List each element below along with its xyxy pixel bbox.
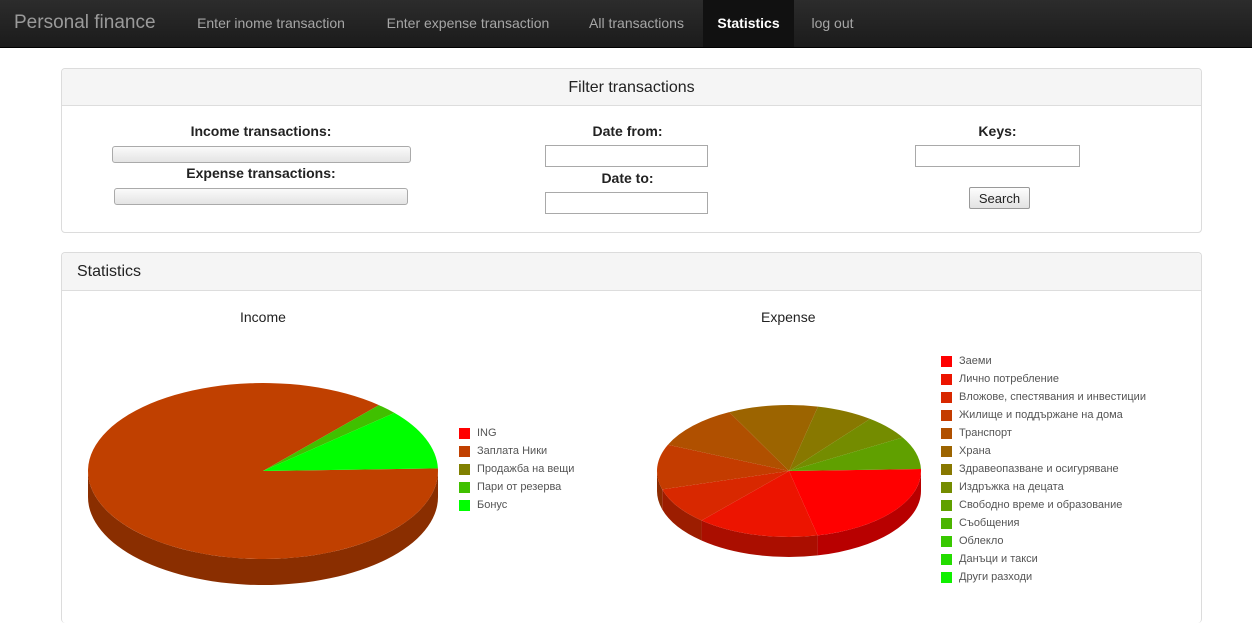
keys-input[interactable] — [915, 145, 1080, 167]
legend-swatch-0-4 — [459, 500, 470, 511]
legend-label-1-1: Лично потребление — [959, 373, 1060, 385]
legend-label-1-10: Облекло — [959, 535, 1004, 547]
legend-label-0-3: Пари от резерва — [477, 481, 562, 493]
expense-transactions-label: Expense transactions: — [186, 165, 336, 181]
legend-swatch-1-4 — [941, 428, 952, 439]
date-from-input[interactable] — [545, 145, 708, 167]
expense-transactions-select[interactable] — [114, 188, 408, 205]
filter-panel-header: Filter transactions — [62, 69, 1201, 106]
legend-label-1-12: Други разходи — [959, 571, 1033, 583]
legend-swatch-1-2 — [941, 392, 952, 403]
legend-swatch-1-6 — [941, 464, 952, 475]
filter-panel-title: Filter transactions — [568, 79, 695, 96]
legend-label-1-3: Жилище и поддържане на дома — [959, 409, 1123, 421]
statistics-panel-title: Statistics — [77, 263, 142, 280]
legend-swatch-0-0 — [459, 428, 470, 439]
legend-swatch-1-0 — [941, 356, 952, 367]
brand-title[interactable]: Personal finance — [14, 12, 156, 34]
legend-swatch-1-8 — [941, 500, 952, 511]
legend-label-1-6: Здравеопазване и осигуряване — [959, 463, 1119, 475]
legend-swatch-1-1 — [941, 374, 952, 385]
legend-label-1-9: Съобщения — [959, 517, 1020, 529]
legend-label-1-8: Свободно време и образование — [959, 499, 1123, 511]
legend-label-1-11: Данъци и такси — [959, 553, 1038, 565]
legend-swatch-1-10 — [941, 536, 952, 547]
statistics-panel-header: Statistics — [62, 253, 1201, 291]
legend-swatch-1-5 — [941, 446, 952, 457]
legend-label-0-2: Продажба на вещи — [477, 463, 575, 475]
pie-chart-0 — [88, 383, 439, 585]
legend-label-1-5: Храна — [959, 445, 991, 457]
income-transactions-select[interactable] — [112, 146, 411, 163]
legend-label-1-0: Заеми — [959, 355, 992, 367]
legend-swatch-1-7 — [941, 482, 952, 493]
income-transactions-label: Income transactions: — [190, 123, 332, 139]
legend-label-1-7: Издръжка на децата — [959, 481, 1064, 493]
legend-label-0-0: ING — [477, 427, 497, 439]
legend-label-0-1: Заплата Ники — [477, 445, 548, 457]
nav-statistics[interactable]: Statistics — [703, 0, 794, 47]
legend-label-1-2: Вложове, спестявания и инвестиции — [959, 391, 1146, 403]
top-navbar: Personal finance Enter inome transaction… — [0, 0, 1252, 48]
legend-label-0-4: Бонус — [477, 499, 508, 511]
nav-logout[interactable]: log out — [796, 0, 869, 47]
date-to-input[interactable] — [545, 192, 708, 214]
nav-enter-expense[interactable]: Enter expense transaction — [367, 0, 569, 47]
search-button[interactable]: Search — [969, 187, 1030, 209]
legend-swatch-1-11 — [941, 554, 952, 565]
legend-label-1-4: Транспорт — [959, 427, 1012, 439]
pie-chart-1 — [657, 405, 921, 557]
legend-swatch-0-2 — [459, 464, 470, 475]
date-from-label: Date from: — [592, 123, 663, 139]
legend-swatch-0-1 — [459, 446, 470, 457]
chart-title-1: Expense — [761, 309, 816, 325]
legend-swatch-0-3 — [459, 482, 470, 493]
legend-swatch-1-12 — [941, 572, 952, 583]
legend-swatch-1-9 — [941, 518, 952, 529]
nav-all-transactions[interactable]: All transactions — [571, 0, 702, 47]
chart-title-0: Income — [240, 309, 286, 325]
legend-swatch-1-3 — [941, 410, 952, 421]
nav-enter-income[interactable]: Enter inome transaction — [177, 0, 365, 47]
date-to-label: Date to: — [601, 170, 654, 186]
keys-label: Keys: — [978, 123, 1017, 139]
